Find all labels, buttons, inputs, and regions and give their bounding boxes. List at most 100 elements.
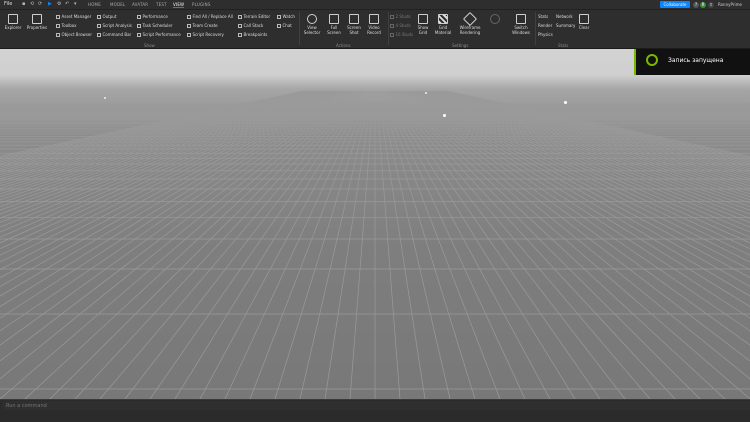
play-icon[interactable]: ▶ [48,2,53,7]
command-bar-icon [97,33,101,37]
studs-2-label: 2 Studs [395,14,411,19]
script-analysis-button[interactable]: Script Analysis [97,24,132,28]
team-create-button[interactable]: Team Create [187,24,218,28]
grid-2-icon [390,15,394,19]
grid-16-icon [390,33,394,37]
grid-line [0,90,346,270]
ribbon-divider [535,12,536,45]
tab-home[interactable]: HOME [88,2,101,7]
wireframe-rendering-button[interactable]: Wireframe Rendering [456,11,484,35]
video-record-button[interactable]: Video Record [363,14,385,35]
screenshot-label: Screen Shot [347,25,361,35]
chat-button[interactable]: Chat [277,24,292,28]
command-input[interactable] [3,401,750,410]
render-button[interactable]: Render [538,24,552,28]
chat-icon [277,24,281,28]
grid-line [390,90,701,399]
asset-manager-button[interactable]: Asset Manager [56,15,91,19]
settings-group-label: Settings [452,42,469,48]
script-recovery-button[interactable]: Script Recovery [187,33,224,37]
render-label: Render [538,23,553,28]
view-selector-label: View Selector [303,25,321,35]
toolbox-button[interactable]: Toolbox [56,24,77,28]
tab-model[interactable]: MODEL [110,2,125,7]
save-icon[interactable]: ▪ [22,2,27,7]
screenshot-button[interactable]: Screen Shot [344,14,364,35]
show-group-label: Show [144,42,155,48]
terrain-editor-button[interactable]: Terrain Editor [238,15,270,19]
call-stack-button[interactable]: Call Stack [238,24,263,28]
avatar[interactable]: R [700,1,706,8]
object-browser-label: Object Browser [61,32,93,37]
undo-history-icon[interactable]: ↶ [65,2,70,7]
physics-button[interactable]: Physics [538,33,553,37]
watch-button[interactable]: Watch [277,15,295,19]
file-menu[interactable]: File [4,1,12,7]
help-icon[interactable]: ? [693,1,699,8]
grid-line [407,90,750,256]
summary-label: Summary [556,23,576,28]
network-button[interactable]: Network [556,15,573,19]
tab-avatar[interactable]: AVATAR [132,2,148,7]
breakpoints-button[interactable]: Breakpoints [238,33,267,37]
command-bar-button[interactable]: Command Bar [97,33,131,37]
properties-button[interactable]: Properties [25,14,49,31]
task-scheduler-button[interactable]: Task Scheduler [137,24,172,28]
grid-material-label: Grid Material [434,25,452,35]
script-recovery-icon [187,33,191,37]
redo-icon[interactable]: ⟳ [38,2,43,7]
studs-4-button[interactable]: 4 Studs [390,24,411,28]
terrain-editor-icon [238,15,242,19]
settings-icon[interactable]: ⚙ [57,2,62,7]
collaborate-button[interactable]: Collaborate [660,1,690,8]
network-label: Network [556,14,573,19]
asset-manager-label: Asset Manager [61,14,92,19]
undo-icon[interactable]: ⟲ [30,2,35,7]
grid-line [378,90,451,399]
light-dot [104,97,106,99]
username[interactable]: RonnyPrime [718,2,742,7]
grid-material-button[interactable]: Grid Material [432,14,454,35]
find-all-icon [187,15,191,19]
stats-button[interactable]: Stats [538,15,548,19]
breakpoints-icon [238,33,242,37]
dropdown-icon[interactable]: ▾ [74,2,79,7]
task-scheduler-label: Task Scheduler [142,23,173,28]
summary-button[interactable]: Summary [556,24,575,28]
show-grid-button[interactable]: Show Grid [413,14,433,35]
camera-icon [349,14,359,24]
properties-icon [32,14,42,24]
ribbon-divider [388,12,389,45]
toggle-button-disabled[interactable] [486,14,504,26]
call-stack-label: Call Stack [243,23,264,28]
explorer-button[interactable]: Explorer [3,14,23,31]
light-dot [564,101,567,104]
task-scheduler-icon [137,24,141,28]
team-create-icon [187,24,191,28]
switch-windows-button[interactable]: Switch Windows [507,14,535,35]
full-screen-button[interactable]: Full Screen [324,14,344,35]
checker-icon [438,14,448,24]
ribbon-divider [299,12,300,45]
studs-16-button[interactable]: 16 Studs [390,33,413,37]
tab-view[interactable]: VIEW [173,2,185,8]
find-all-button[interactable]: Find All / Replace All [187,15,233,19]
script-performance-button[interactable]: Script Performance [137,33,181,37]
grid-line [0,90,354,346]
grid-line [0,90,343,256]
share-icon[interactable]: ⇧ [708,1,714,8]
studs-2-button[interactable]: 2 Studs [390,15,411,19]
full-screen-icon [329,14,339,24]
eye-icon [490,14,500,24]
view-selector-button[interactable]: View Selector [302,14,322,35]
clear-button[interactable]: Clear [576,14,592,31]
viewport[interactable]: Запись запущена [0,49,750,399]
object-browser-button[interactable]: Object Browser [56,33,92,37]
tab-test[interactable]: TEST [156,2,167,7]
performance-button[interactable]: Performance [137,15,168,19]
script-recovery-label: Script Recovery [192,32,224,37]
studs-4-label: 4 Studs [395,23,411,28]
title-bar: File ▪ ⟲ ⟳ ▶ ⚙ ↶ ▾ HOME MODEL AVATAR TES… [0,0,750,10]
output-button[interactable]: Output [97,15,116,19]
tab-plugins[interactable]: PLUGINS [192,2,211,7]
